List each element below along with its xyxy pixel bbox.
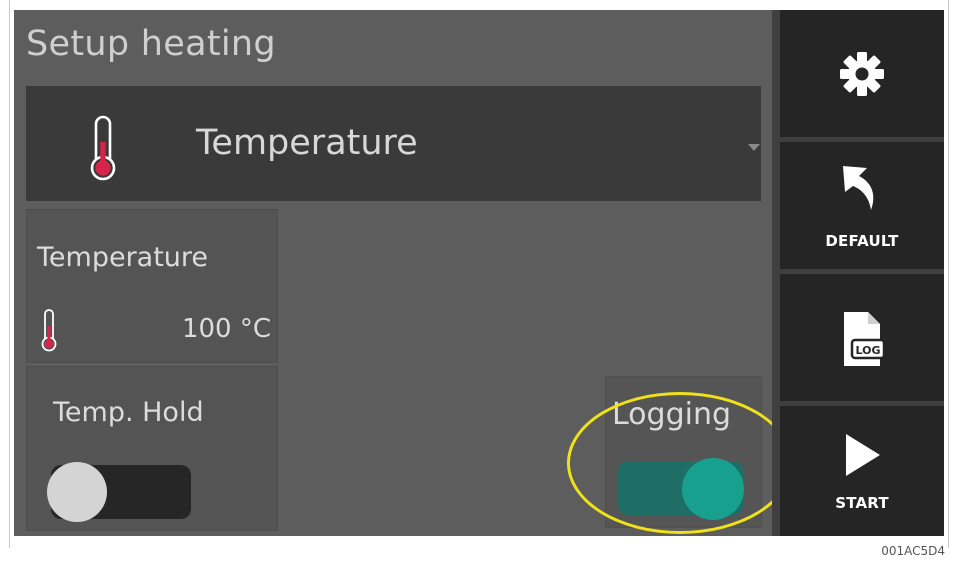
thermometer-icon (41, 309, 57, 352)
temp-hold-tile: Temp. Hold (26, 366, 278, 531)
default-label: DEFAULT (825, 232, 899, 250)
logging-toggle[interactable] (618, 458, 744, 520)
chevron-down-icon (748, 144, 760, 151)
start-button[interactable]: START (780, 406, 944, 536)
frame-border-right (948, 0, 949, 548)
toggle-knob (47, 462, 107, 522)
temperature-label: Temperature (37, 242, 209, 273)
toggle-knob (682, 458, 744, 520)
start-label: START (835, 494, 889, 512)
log-file-icon: LOG (844, 312, 886, 366)
default-button[interactable]: DEFAULT (780, 142, 944, 269)
sidebar: DEFAULT LOG START (772, 10, 944, 536)
page-title: Setup heating (26, 24, 276, 64)
play-icon (846, 434, 880, 476)
settings-button[interactable] (780, 10, 944, 137)
dropdown-selected-value: Temperature (196, 123, 418, 163)
mode-dropdown[interactable]: Temperature (26, 86, 761, 201)
temp-hold-label: Temp. Hold (53, 397, 204, 428)
figure-code: 001AC5D4 (881, 544, 945, 558)
log-button[interactable]: LOG (780, 274, 944, 401)
undo-arrow-icon (843, 166, 874, 210)
device-screen: Setup heating Temperature Temperature 10… (14, 10, 944, 536)
thermometer-icon (90, 115, 116, 181)
temperature-setting-tile[interactable]: Temperature 100 °C (26, 209, 278, 363)
logging-label: Logging (612, 397, 732, 432)
log-icon-text: LOG (856, 344, 881, 357)
temperature-value: 100 °C (181, 314, 271, 344)
logging-tile: Logging (605, 376, 762, 528)
temp-hold-toggle[interactable] (47, 462, 191, 522)
frame-border-left (9, 0, 10, 548)
gear-icon (840, 52, 884, 96)
